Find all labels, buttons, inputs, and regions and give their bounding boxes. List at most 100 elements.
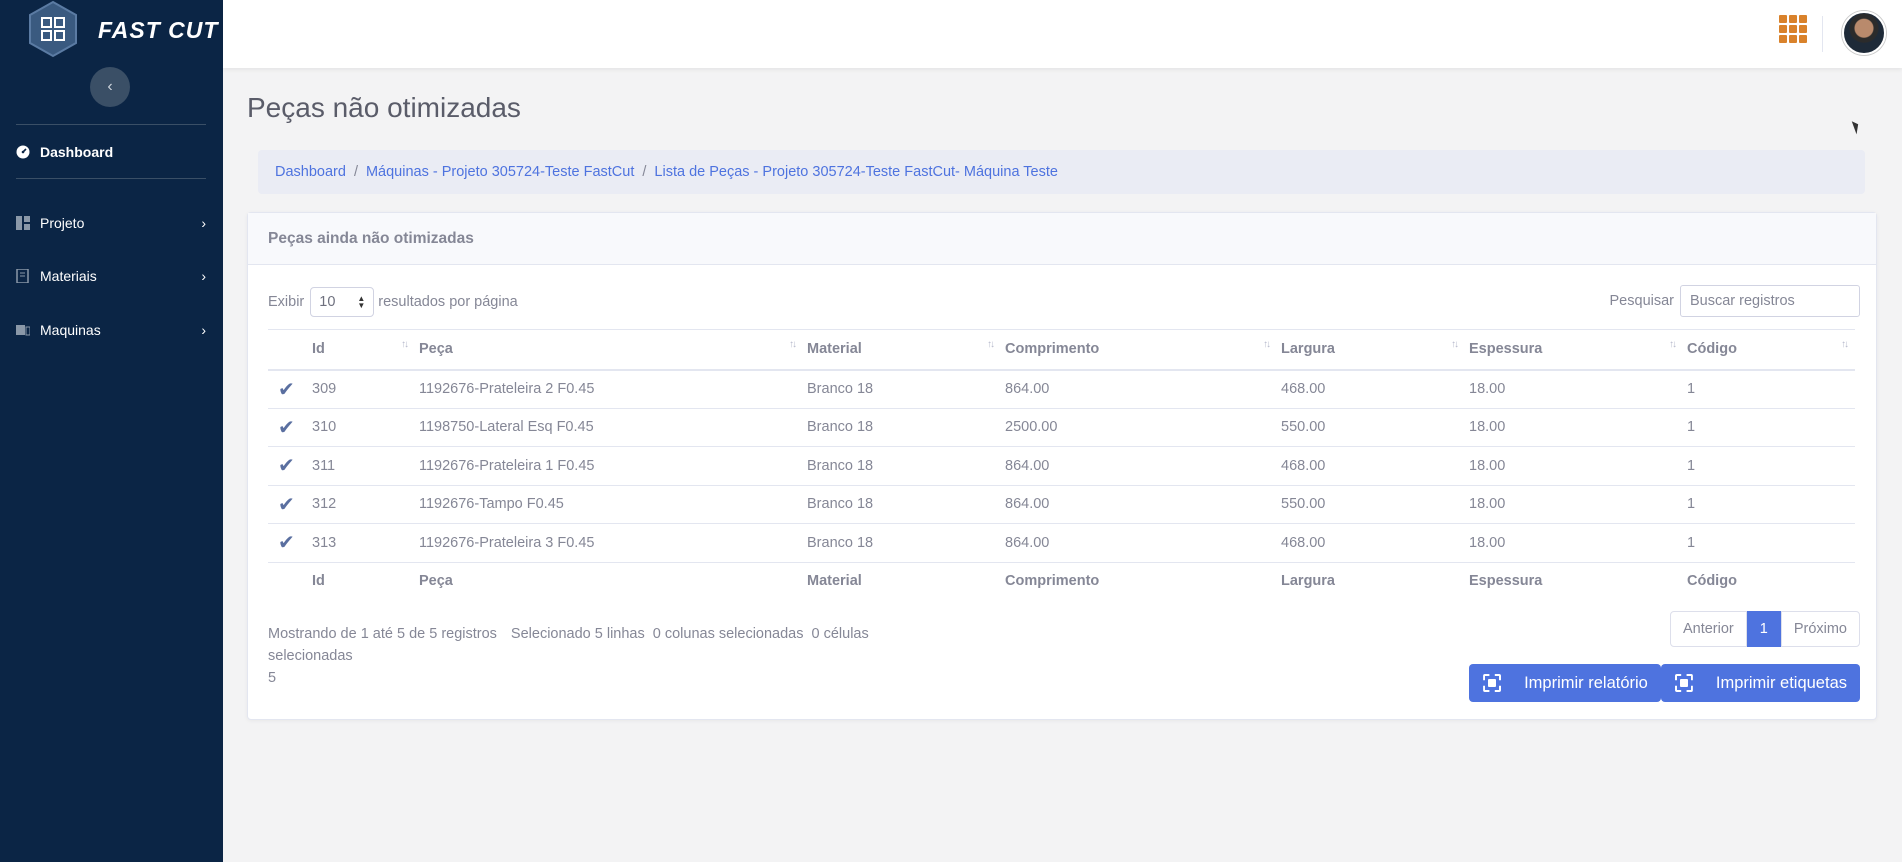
cell-material: Branco 18 <box>803 523 1001 562</box>
cell-peca: 1192676-Prateleira 3 F0.45 <box>415 523 803 562</box>
table-row[interactable]: ✔ 313 1192676-Prateleira 3 F0.45 Branco … <box>268 523 1855 562</box>
header-peca[interactable]: Peça ↑↓ <box>415 329 803 371</box>
footer-select <box>268 561 308 600</box>
cell-espessura: 18.00 <box>1465 523 1683 562</box>
sidebar-item-label: Maquinas <box>40 322 101 338</box>
breadcrumb-separator: / <box>353 164 358 180</box>
page-length-select[interactable]: 10 ▲ ▼ <box>310 287 375 317</box>
cell-id: 310 <box>308 407 415 447</box>
length-suffix: resultados por página <box>378 294 518 310</box>
apps-grid-icon[interactable] <box>1779 15 1807 43</box>
brand[interactable]: FAST CUT <box>0 0 223 60</box>
cell-largura: 468.00 <box>1277 523 1465 562</box>
sort-icon: ↑↓ <box>987 339 995 350</box>
scan-icon <box>1483 674 1501 692</box>
cell-largura: 468.00 <box>1277 369 1465 408</box>
chevron-left-icon: ‹ <box>107 78 113 95</box>
topbar-divider <box>1822 16 1823 52</box>
chevron-right-icon: › <box>201 322 206 338</box>
cell-id: 309 <box>308 369 415 408</box>
sidebar-divider <box>16 178 206 179</box>
sidebar: FAST CUT ‹ Dashboard Projeto › Materiais… <box>0 0 223 862</box>
cell-codigo: 1 <box>1683 407 1855 447</box>
table-header-row: Id ↑↓ Peça ↑↓ Material ↑↓ Comprimento ↑↓ Lar… <box>268 329 1855 371</box>
table-row[interactable]: ✔ 310 1198750-Lateral Esq F0.45 Branco 1… <box>268 407 1855 447</box>
table-row[interactable]: ✔ 311 1192676-Prateleira 1 F0.45 Branco … <box>268 446 1855 485</box>
print-report-label: Imprimir relatório <box>1524 673 1648 692</box>
breadcrumb-dashboard[interactable]: Dashboard <box>275 164 346 180</box>
cell-codigo: 1 <box>1683 484 1855 524</box>
cell-espessura: 18.00 <box>1465 484 1683 524</box>
footer-espessura: Espessura <box>1465 561 1683 600</box>
pagination-previous[interactable]: Anterior <box>1669 611 1747 647</box>
cell-espessura: 18.00 <box>1465 407 1683 447</box>
breadcrumb: Dashboard / Máquinas - Projeto 305724-Te… <box>258 150 1865 194</box>
breadcrumb-parts-list[interactable]: Lista de Peças - Projeto 305724-Teste Fa… <box>654 164 1058 180</box>
cell-codigo: 1 <box>1683 446 1855 485</box>
check-icon[interactable]: ✔ <box>268 369 308 408</box>
cell-material: Branco 18 <box>803 407 1001 447</box>
check-icon[interactable]: ✔ <box>268 407 308 447</box>
avatar[interactable] <box>1842 11 1886 55</box>
sidebar-item-maquinas[interactable]: Maquinas › <box>16 322 206 338</box>
cell-comprimento: 864.00 <box>1001 484 1277 524</box>
table-row[interactable]: ✔ 309 1192676-Prateleira 2 F0.45 Branco … <box>268 369 1855 408</box>
cell-material: Branco 18 <box>803 369 1001 408</box>
header-espessura[interactable]: Espessura ↑↓ <box>1465 329 1683 371</box>
sidebar-item-label: Materiais <box>40 268 97 284</box>
footer-peca: Peça <box>415 561 803 600</box>
info-selected-cols: 0 colunas selecionadas <box>652 626 804 642</box>
header-codigo[interactable]: Código ↑↓ <box>1683 329 1855 371</box>
cell-largura: 468.00 <box>1277 446 1465 485</box>
footer-id: Id <box>308 561 415 600</box>
scan-icon <box>1675 674 1693 692</box>
footer-comprimento: Comprimento <box>1001 561 1277 600</box>
table-row[interactable]: ✔ 312 1192676-Tampo F0.45 Branco 18 864.… <box>268 484 1855 524</box>
cell-comprimento: 2500.00 <box>1001 407 1277 447</box>
chevron-right-icon: › <box>201 268 206 284</box>
sidebar-item-projeto[interactable]: Projeto › <box>16 215 206 231</box>
sort-icon: ↑↓ <box>1669 339 1677 350</box>
sort-icon: ↑↓ <box>789 339 797 350</box>
print-report-button[interactable]: Imprimir relatório <box>1469 664 1661 702</box>
search-label: Pesquisar <box>1609 293 1674 309</box>
breadcrumb-separator: / <box>642 164 647 180</box>
cell-comprimento: 864.00 <box>1001 523 1277 562</box>
length-prefix: Exibir <box>268 294 305 310</box>
brand-name: FAST CUT <box>98 16 219 43</box>
info-showing: Mostrando de 1 até 5 de 5 registros <box>268 626 497 642</box>
header-material[interactable]: Material ↑↓ <box>803 329 1001 371</box>
footer-largura: Largura <box>1277 561 1465 600</box>
search-input[interactable] <box>1680 285 1860 317</box>
cell-comprimento: 864.00 <box>1001 369 1277 408</box>
info-count: 5 <box>268 670 277 686</box>
sidebar-item-materiais[interactable]: Materiais › <box>16 268 206 284</box>
book-icon <box>16 269 29 283</box>
check-icon[interactable]: ✔ <box>268 446 308 485</box>
sidebar-item-dashboard[interactable]: Dashboard <box>16 144 206 160</box>
cell-peca: 1192676-Tampo F0.45 <box>415 484 803 524</box>
header-id[interactable]: Id ↑↓ <box>308 329 415 371</box>
page-length-control: Exibir 10 ▲ ▼ resultados por página <box>268 287 518 317</box>
footer-codigo: Código <box>1683 561 1855 600</box>
pagination-page-1[interactable]: 1 <box>1746 611 1781 647</box>
cell-codigo: 1 <box>1683 369 1855 408</box>
page-length-value: 10 <box>319 294 336 310</box>
breadcrumb-machines[interactable]: Máquinas - Projeto 305724-Teste FastCut <box>366 164 634 180</box>
check-icon[interactable]: ✔ <box>268 484 308 524</box>
header-largura[interactable]: Largura ↑↓ <box>1277 329 1465 371</box>
print-labels-button[interactable]: Imprimir etiquetas <box>1660 664 1860 702</box>
page-title: Peças não otimizadas <box>247 92 521 123</box>
action-buttons: Imprimir relatório Imprimir etiquetas <box>1469 664 1860 702</box>
footer-material: Material <box>803 561 1001 600</box>
search-control: Pesquisar <box>1610 285 1860 317</box>
header-comprimento[interactable]: Comprimento ↑↓ <box>1001 329 1277 371</box>
sidebar-toggle-button[interactable]: ‹ <box>90 67 130 107</box>
sort-icon: ↑↓ <box>1841 339 1849 350</box>
logo-icon <box>29 0 77 58</box>
dashboard-icon <box>16 145 30 159</box>
check-icon[interactable]: ✔ <box>268 523 308 562</box>
pagination-next[interactable]: Próximo <box>1780 611 1860 647</box>
sort-icon: ↑↓ <box>1263 339 1271 350</box>
header-select <box>268 329 308 371</box>
